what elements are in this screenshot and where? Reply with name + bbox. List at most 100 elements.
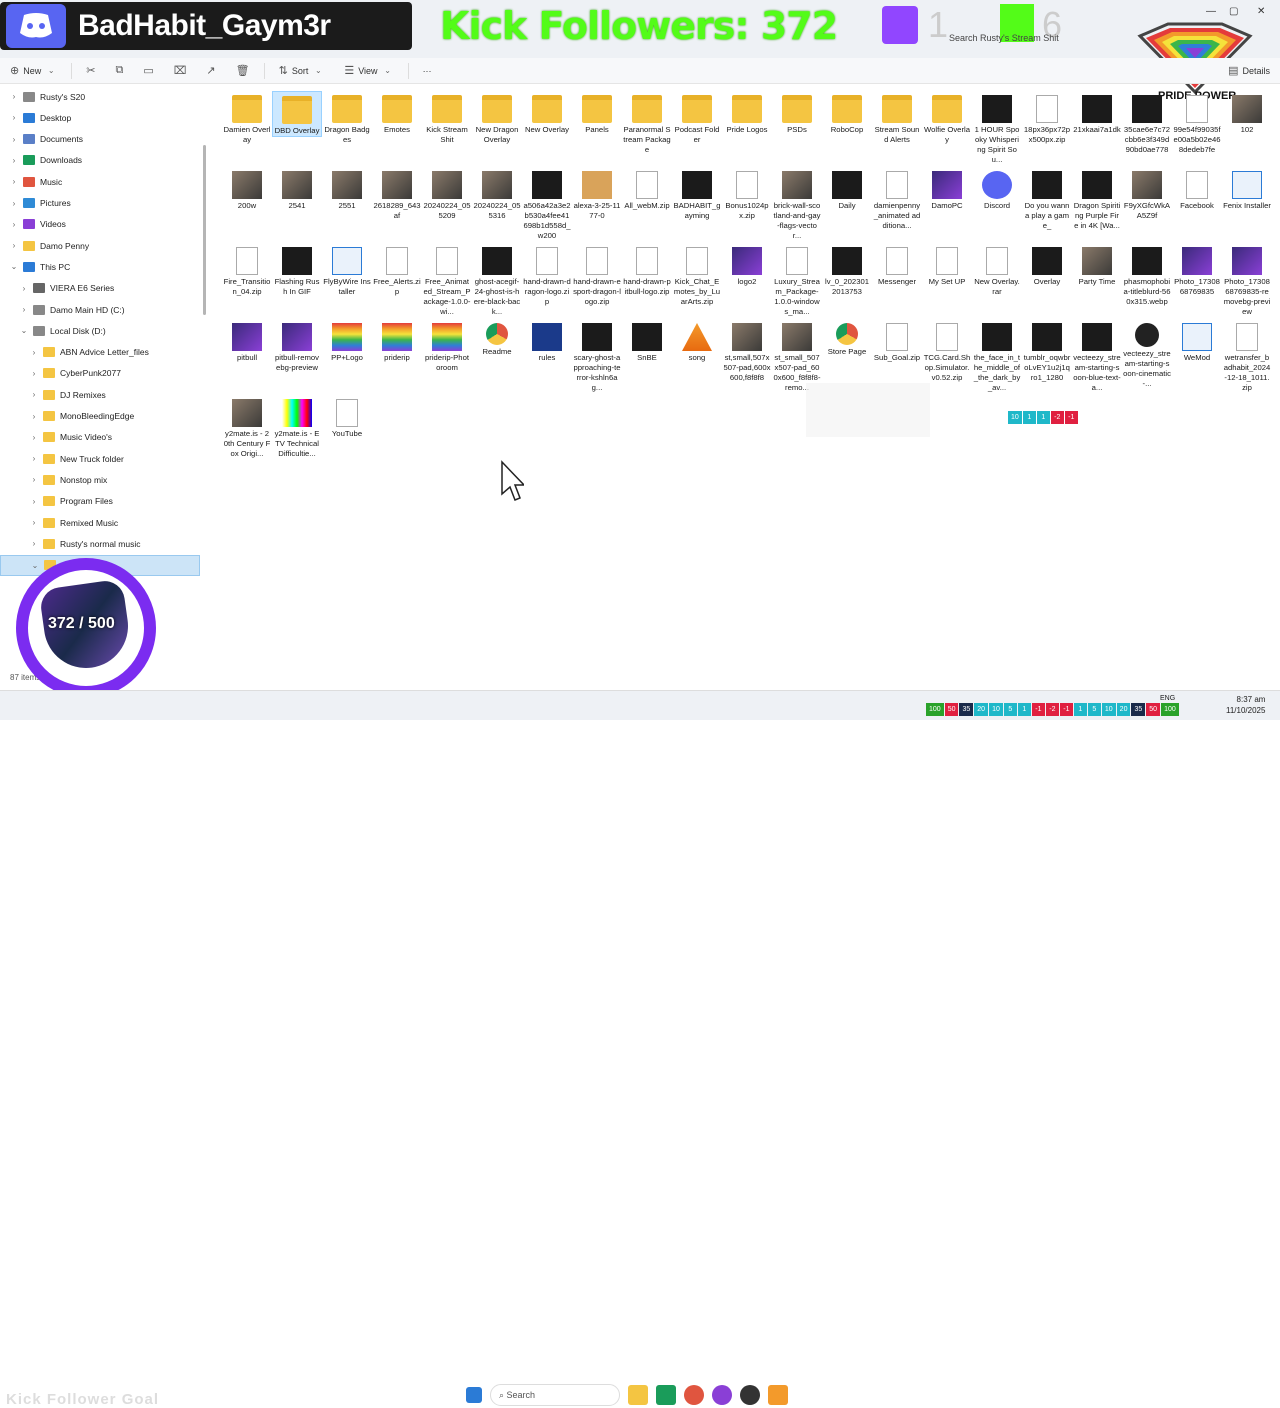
chevron-right-icon[interactable]: ›: [8, 135, 20, 144]
folder-item[interactable]: Paranormal Stream Package: [622, 91, 672, 155]
file-item[interactable]: Daily: [822, 167, 872, 211]
file-item[interactable]: Party Time: [1072, 243, 1122, 287]
sidebar-item[interactable]: › DJ Remixes: [0, 384, 200, 405]
file-item[interactable]: logo2: [722, 243, 772, 287]
sidebar-item[interactable]: › Program Files: [0, 491, 200, 512]
copy-button[interactable]: ⧉: [105, 58, 133, 84]
file-item[interactable]: hand-drawn-pitbull-logo.zip: [622, 243, 672, 297]
sidebar-item[interactable]: › Documents: [0, 129, 200, 150]
view-button[interactable]: ☰ View ⌄: [334, 58, 403, 84]
more-options-button[interactable]: ···: [413, 58, 442, 84]
sidebar-item[interactable]: › New Truck folder: [0, 448, 200, 469]
sidebar-item[interactable]: › Rusty's normal music: [0, 533, 200, 554]
folder-item[interactable]: New Overlay: [522, 91, 572, 135]
file-item[interactable]: st,small,507x507-pad,600x600,f8f8f8: [722, 319, 772, 383]
file-item[interactable]: wetransfer_badhabit_2024-12-18_1011.zip: [1222, 319, 1272, 393]
file-item[interactable]: 2618289_643af: [372, 167, 422, 221]
file-item[interactable]: 99e54f99035fe00a5b02e468dedeb7fe: [1172, 91, 1222, 155]
file-item[interactable]: WeMod: [1172, 319, 1222, 363]
delete-button[interactable]: 🗑: [226, 58, 260, 84]
file-item[interactable]: Flashing Rush In GIF: [272, 243, 322, 297]
sidebar-item[interactable]: › MonoBleedingEdge: [0, 406, 200, 427]
file-item[interactable]: pitbull: [222, 319, 272, 363]
file-item[interactable]: a506a42a3e2b530a4fee41698b1d558d_w200: [522, 167, 572, 241]
file-item[interactable]: 2551: [322, 167, 372, 211]
obs-icon[interactable]: [712, 1385, 732, 1405]
file-item[interactable]: 1 HOUR Spooky Whispering Spirit Sou...: [972, 91, 1022, 165]
chevron-right-icon[interactable]: ›: [28, 497, 40, 506]
new-button[interactable]: ⊕ New ⌄: [0, 58, 67, 84]
file-item[interactable]: BADHABIT_gayming: [672, 167, 722, 221]
app-icon[interactable]: [740, 1385, 760, 1405]
chevron-right-icon[interactable]: ›: [28, 348, 40, 357]
clock[interactable]: 8:37 am 11/10/2025: [1226, 694, 1265, 716]
file-item[interactable]: hand-drawn-dragon-logo.zip: [522, 243, 572, 307]
chevron-down-icon[interactable]: ⌄: [8, 262, 20, 271]
folder-item[interactable]: Panels: [572, 91, 622, 135]
taskbar-search[interactable]: ⌕ Search: [490, 1384, 620, 1406]
folder-item[interactable]: Wolfie Overlay: [922, 91, 972, 145]
file-item[interactable]: Fire_Transition_04.zip: [222, 243, 272, 297]
file-item[interactable]: lv_0_2023012013753: [822, 243, 872, 297]
file-item[interactable]: Sub_Goal.zip: [872, 319, 922, 363]
file-item[interactable]: 20240224_055316: [472, 167, 522, 221]
folder-item[interactable]: Kick Stream Shit: [422, 91, 472, 145]
folder-item[interactable]: RoboCop: [822, 91, 872, 135]
file-item[interactable]: Kick_Chat_Emotes_by_LuarArts.zip: [672, 243, 722, 307]
file-item[interactable]: phasmophobia-titleblurd-560x315.webp: [1122, 243, 1172, 307]
file-item[interactable]: hand-drawn-esport-dragon-logo.zip: [572, 243, 622, 307]
file-item[interactable]: Do you wanna play a game_: [1022, 167, 1072, 231]
file-item[interactable]: Photo_1730868769835: [1172, 243, 1222, 297]
details-button[interactable]: ▤ Details: [1218, 58, 1280, 84]
chevron-right-icon[interactable]: ›: [8, 220, 20, 229]
sort-button[interactable]: ⇅ Sort ⌄: [269, 58, 335, 84]
file-item[interactable]: TCG.Card.Shop.Simulator.v0.52.zip: [922, 319, 972, 383]
file-item[interactable]: brick-wall-scotland-and-gay-flags-vector…: [772, 167, 822, 241]
language-indicator[interactable]: ENG: [1160, 695, 1175, 702]
file-item[interactable]: 20240224_055209: [422, 167, 472, 221]
file-item[interactable]: PP+Logo: [322, 319, 372, 363]
file-item[interactable]: scary-ghost-approaching-terror-kshln6ag.…: [572, 319, 622, 393]
sidebar-item[interactable]: › Nonstop mix: [0, 469, 200, 490]
share-button[interactable]: ↗: [196, 58, 225, 84]
sidebar-item[interactable]: › Remixed Music: [0, 512, 200, 533]
file-item[interactable]: priderip: [372, 319, 422, 363]
sidebar-item[interactable]: › Music: [0, 171, 200, 192]
file-item[interactable]: vecteezy_stream-starting-soon-blue-text-…: [1072, 319, 1122, 393]
chevron-down-icon[interactable]: ⌄: [29, 561, 41, 570]
file-item[interactable]: DamoPC: [922, 167, 972, 211]
file-item[interactable]: damienpenny_animated additiona...: [872, 167, 922, 231]
file-item[interactable]: New Overlay.rar: [972, 243, 1022, 297]
folder-item[interactable]: Podcast Folder: [672, 91, 722, 145]
file-item[interactable]: 200w: [222, 167, 272, 211]
file-item[interactable]: Overlay: [1022, 243, 1072, 287]
rename-button[interactable]: ⌧: [164, 58, 197, 84]
file-item[interactable]: Bonus1024px.zip: [722, 167, 772, 221]
chevron-right-icon[interactable]: ›: [28, 475, 40, 484]
file-item[interactable]: the_face_in_the_middle_of_the_dark_by_av…: [972, 319, 1022, 393]
maximize-icon[interactable]: ▢: [1229, 6, 1238, 17]
excel-icon[interactable]: [656, 1385, 676, 1405]
file-item[interactable]: All_webM.zip: [622, 167, 672, 211]
file-item[interactable]: Free_Alerts.zip: [372, 243, 422, 297]
chevron-right-icon[interactable]: ›: [18, 284, 30, 293]
file-item[interactable]: My Set UP: [922, 243, 972, 287]
chrome-icon[interactable]: [684, 1385, 704, 1405]
file-item[interactable]: pitbull-removebg-preview: [272, 319, 322, 373]
file-item[interactable]: 18px36px72px500px.zip: [1022, 91, 1072, 145]
sidebar-item[interactable]: › Videos: [0, 214, 200, 235]
sidebar-item[interactable]: › Damo Main HD (C:): [0, 299, 200, 320]
chevron-right-icon[interactable]: ›: [8, 199, 20, 208]
file-item[interactable]: ghost-acegif-24-ghost-is-here-black-back…: [472, 243, 522, 317]
chevron-right-icon[interactable]: ›: [28, 518, 40, 527]
chevron-right-icon[interactable]: ›: [28, 454, 40, 463]
chevron-right-icon[interactable]: ›: [18, 305, 30, 314]
chevron-right-icon[interactable]: ›: [8, 113, 20, 122]
folder-item[interactable]: New Dragon Overlay: [472, 91, 522, 145]
file-item[interactable]: song: [672, 319, 722, 363]
file-item[interactable]: Messenger: [872, 243, 922, 287]
folder-item[interactable]: PSDs: [772, 91, 822, 135]
folder-item[interactable]: Pride Logos: [722, 91, 772, 135]
sidebar-item[interactable]: › Downloads: [0, 150, 200, 171]
file-item[interactable]: F9yXGfcWkAA5Z9f: [1122, 167, 1172, 221]
